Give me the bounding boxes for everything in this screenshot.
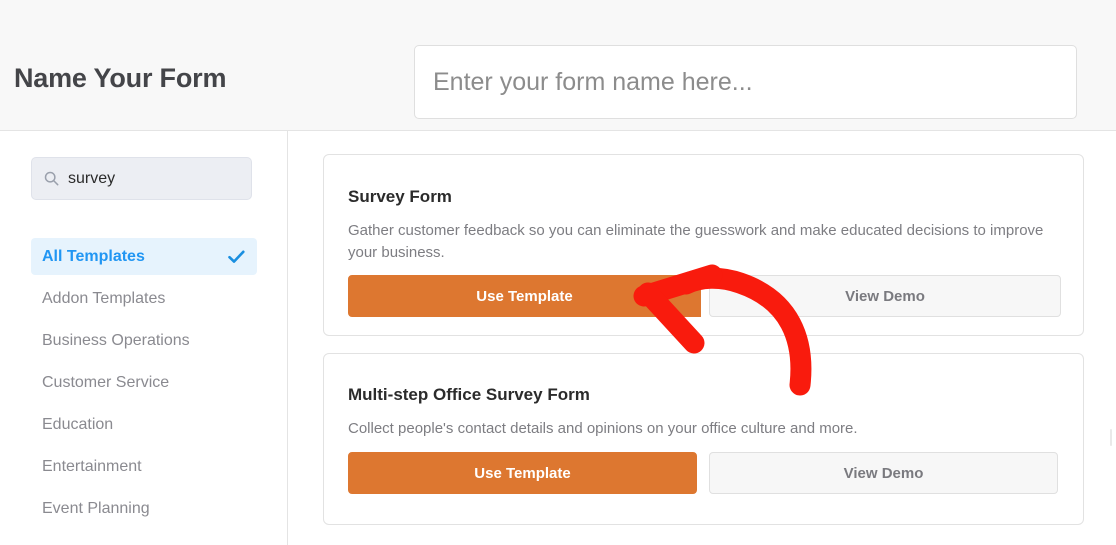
use-template-button[interactable]: Use Template xyxy=(348,452,697,494)
sidebar-item-label: Addon Templates xyxy=(42,289,166,307)
template-title: Multi-step Office Survey Form xyxy=(348,385,590,404)
sidebar-item-entertainment[interactable]: Entertainment xyxy=(31,448,257,485)
scrollbar[interactable] xyxy=(1110,429,1112,446)
search-icon xyxy=(44,171,59,186)
check-icon xyxy=(228,250,245,263)
form-name-input[interactable] xyxy=(414,45,1077,119)
sidebar-item-label: Customer Service xyxy=(42,373,170,391)
page-header: Name Your Form xyxy=(0,0,1116,131)
search-input[interactable] xyxy=(68,169,239,188)
sidebar-item-label: All Templates xyxy=(42,247,145,265)
search-box[interactable] xyxy=(31,157,252,200)
template-description: Collect people's contact details and opi… xyxy=(348,420,858,437)
template-title: Survey Form xyxy=(348,187,452,206)
template-picker-screen: Name Your Form All Templates Addon Templ… xyxy=(0,0,1116,545)
sidebar-item-business-operations[interactable]: Business Operations xyxy=(31,322,257,359)
template-description: Gather customer feedback so you can elim… xyxy=(348,222,1044,261)
sidebar-item-education[interactable]: Education xyxy=(31,406,257,443)
template-results-panel[interactable]: Survey Form Gather customer feedback so … xyxy=(289,131,1116,545)
sidebar-item-label: Event Planning xyxy=(42,499,150,517)
page-title: Name Your Form xyxy=(14,63,227,93)
use-template-button[interactable]: Use Template xyxy=(348,275,701,317)
sidebar-item-label: Entertainment xyxy=(42,457,142,475)
templates-sidebar: All Templates Addon Templates Business O… xyxy=(0,131,288,545)
view-demo-button[interactable]: View Demo xyxy=(709,452,1058,494)
sidebar-item-label: Business Operations xyxy=(42,331,190,349)
template-card[interactable]: Survey Form Gather customer feedback so … xyxy=(323,154,1084,336)
category-list: All Templates Addon Templates Business O… xyxy=(0,238,287,527)
sidebar-item-addon-templates[interactable]: Addon Templates xyxy=(31,280,257,317)
view-demo-button[interactable]: View Demo xyxy=(709,275,1061,317)
sidebar-item-event-planning[interactable]: Event Planning xyxy=(31,490,257,527)
template-card[interactable]: Multi-step Office Survey Form Collect pe… xyxy=(323,353,1084,525)
sidebar-item-label: Education xyxy=(42,415,114,433)
sidebar-item-customer-service[interactable]: Customer Service xyxy=(31,364,257,401)
sidebar-item-all-templates[interactable]: All Templates xyxy=(31,238,257,275)
